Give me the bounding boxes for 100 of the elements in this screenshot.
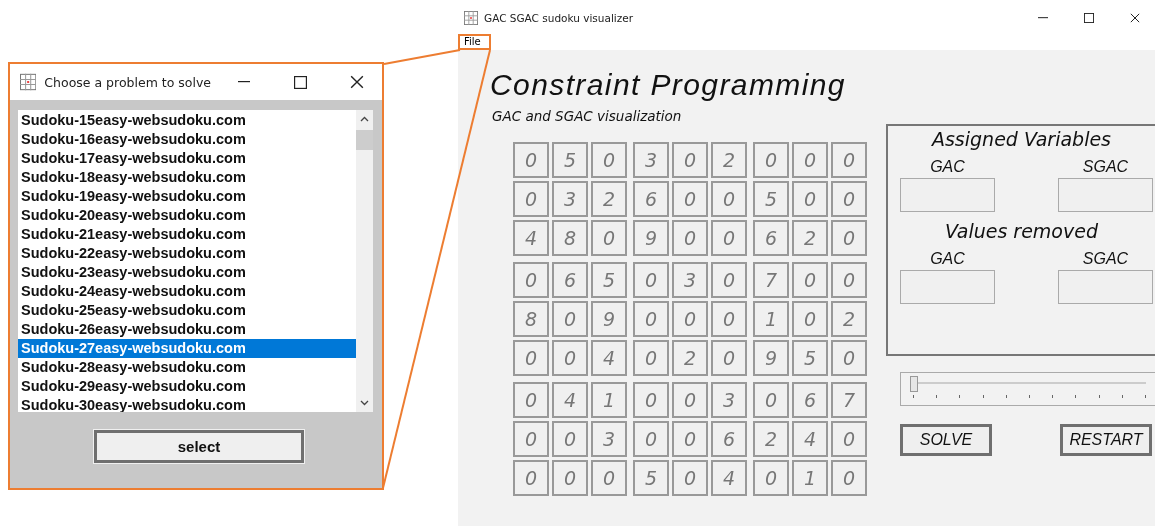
sudoku-cell[interactable]: 0: [753, 142, 789, 178]
sudoku-cell[interactable]: 6: [792, 382, 828, 418]
sudoku-cell[interactable]: 4: [591, 340, 627, 376]
slider-thumb[interactable]: [910, 376, 918, 392]
list-item[interactable]: Sudoku-29easy-websudoku.com: [18, 377, 356, 396]
select-button[interactable]: select: [94, 430, 304, 463]
sudoku-cell[interactable]: 0: [792, 181, 828, 217]
sudoku-cell[interactable]: 0: [513, 421, 549, 457]
sudoku-cell[interactable]: 4: [513, 220, 549, 256]
list-item[interactable]: Sudoku-22easy-websudoku.com: [18, 244, 356, 263]
sudoku-cell[interactable]: 0: [672, 421, 708, 457]
list-item[interactable]: Sudoku-26easy-websudoku.com: [18, 320, 356, 339]
close-icon[interactable]: [350, 75, 365, 89]
list-item[interactable]: Sudoku-28easy-websudoku.com: [18, 358, 356, 377]
sudoku-cell[interactable]: 6: [633, 181, 669, 217]
list-item[interactable]: Sudoku-17easy-websudoku.com: [18, 149, 356, 168]
maximize-icon[interactable]: [1084, 13, 1094, 23]
sudoku-cell[interactable]: 0: [513, 181, 549, 217]
sudoku-cell[interactable]: 0: [552, 301, 588, 337]
list-item[interactable]: Sudoku-19easy-websudoku.com: [18, 187, 356, 206]
sudoku-cell[interactable]: 5: [792, 340, 828, 376]
sudoku-cell[interactable]: 7: [753, 262, 789, 298]
scroll-down-icon[interactable]: [360, 400, 369, 406]
sudoku-cell[interactable]: 0: [552, 340, 588, 376]
sudoku-cell[interactable]: 0: [711, 262, 747, 298]
sudoku-cell[interactable]: 2: [792, 220, 828, 256]
solve-button[interactable]: SOLVE: [900, 424, 992, 456]
sudoku-cell[interactable]: 9: [753, 340, 789, 376]
sudoku-cell[interactable]: 0: [831, 421, 867, 457]
close-icon[interactable]: [1130, 13, 1140, 23]
sudoku-cell[interactable]: 4: [792, 421, 828, 457]
sudoku-cell[interactable]: 6: [552, 262, 588, 298]
sudoku-cell[interactable]: 0: [672, 382, 708, 418]
sudoku-cell[interactable]: 2: [831, 301, 867, 337]
sudoku-cell[interactable]: 8: [513, 301, 549, 337]
list-item[interactable]: Sudoku-18easy-websudoku.com: [18, 168, 356, 187]
sudoku-cell[interactable]: 9: [591, 301, 627, 337]
sudoku-cell[interactable]: 0: [591, 220, 627, 256]
sudoku-cell[interactable]: 0: [633, 340, 669, 376]
sudoku-cell[interactable]: 0: [633, 421, 669, 457]
sudoku-cell[interactable]: 0: [552, 421, 588, 457]
sudoku-cell[interactable]: 0: [831, 262, 867, 298]
list-item[interactable]: Sudoku-24easy-websudoku.com: [18, 282, 356, 301]
sudoku-cell[interactable]: 2: [753, 421, 789, 457]
sudoku-cell[interactable]: 0: [672, 142, 708, 178]
sudoku-cell[interactable]: 3: [552, 181, 588, 217]
sudoku-cell[interactable]: 0: [831, 460, 867, 496]
sudoku-cell[interactable]: 5: [633, 460, 669, 496]
sudoku-cell[interactable]: 9: [633, 220, 669, 256]
sudoku-cell[interactable]: 0: [711, 220, 747, 256]
sudoku-cell[interactable]: 0: [711, 301, 747, 337]
sudoku-cell[interactable]: 1: [792, 460, 828, 496]
sudoku-cell[interactable]: 0: [711, 340, 747, 376]
list-item[interactable]: Sudoku-15easy-websudoku.com: [18, 111, 356, 130]
scroll-up-icon[interactable]: [360, 116, 369, 122]
sudoku-cell[interactable]: 0: [792, 142, 828, 178]
sudoku-cell[interactable]: 2: [672, 340, 708, 376]
sudoku-cell[interactable]: 3: [633, 142, 669, 178]
sudoku-cell[interactable]: 5: [753, 181, 789, 217]
list-item[interactable]: Sudoku-16easy-websudoku.com: [18, 130, 356, 149]
sudoku-cell[interactable]: 0: [753, 382, 789, 418]
sudoku-cell[interactable]: 0: [672, 301, 708, 337]
sudoku-cell[interactable]: 0: [591, 142, 627, 178]
sudoku-cell[interactable]: 0: [792, 301, 828, 337]
sudoku-cell[interactable]: 0: [633, 301, 669, 337]
sudoku-cell[interactable]: 0: [672, 220, 708, 256]
sudoku-cell[interactable]: 3: [591, 421, 627, 457]
sudoku-cell[interactable]: 0: [633, 262, 669, 298]
sudoku-cell[interactable]: 6: [753, 220, 789, 256]
sudoku-cell[interactable]: 0: [633, 382, 669, 418]
list-item[interactable]: Sudoku-25easy-websudoku.com: [18, 301, 356, 320]
sudoku-cell[interactable]: 0: [513, 262, 549, 298]
restart-button[interactable]: RESTART: [1060, 424, 1152, 456]
sudoku-cell[interactable]: 1: [591, 382, 627, 418]
sudoku-cell[interactable]: 6: [711, 421, 747, 457]
sudoku-cell[interactable]: 7: [831, 382, 867, 418]
sudoku-cell[interactable]: 0: [831, 340, 867, 376]
sudoku-cell[interactable]: 0: [792, 262, 828, 298]
sudoku-cell[interactable]: 2: [711, 142, 747, 178]
sudoku-cell[interactable]: 8: [552, 220, 588, 256]
file-menu[interactable]: File: [458, 34, 491, 50]
sudoku-cell[interactable]: 0: [591, 460, 627, 496]
sudoku-cell[interactable]: 0: [831, 220, 867, 256]
sudoku-cell[interactable]: 3: [711, 382, 747, 418]
maximize-icon[interactable]: [294, 75, 307, 89]
sudoku-cell[interactable]: 0: [513, 340, 549, 376]
sudoku-cell[interactable]: 4: [552, 382, 588, 418]
step-slider[interactable]: [900, 372, 1155, 406]
list-item[interactable]: Sudoku-27easy-websudoku.com: [18, 339, 356, 358]
scroll-thumb[interactable]: [356, 130, 373, 150]
list-item[interactable]: Sudoku-21easy-websudoku.com: [18, 225, 356, 244]
sudoku-cell[interactable]: 4: [711, 460, 747, 496]
list-item[interactable]: Sudoku-20easy-websudoku.com: [18, 206, 356, 225]
scrollbar[interactable]: [356, 110, 373, 412]
minimize-icon[interactable]: [1038, 17, 1048, 19]
sudoku-cell[interactable]: 3: [672, 262, 708, 298]
sudoku-cell[interactable]: 0: [513, 382, 549, 418]
sudoku-cell[interactable]: 1: [753, 301, 789, 337]
sudoku-cell[interactable]: 0: [753, 460, 789, 496]
list-item[interactable]: Sudoku-23easy-websudoku.com: [18, 263, 356, 282]
